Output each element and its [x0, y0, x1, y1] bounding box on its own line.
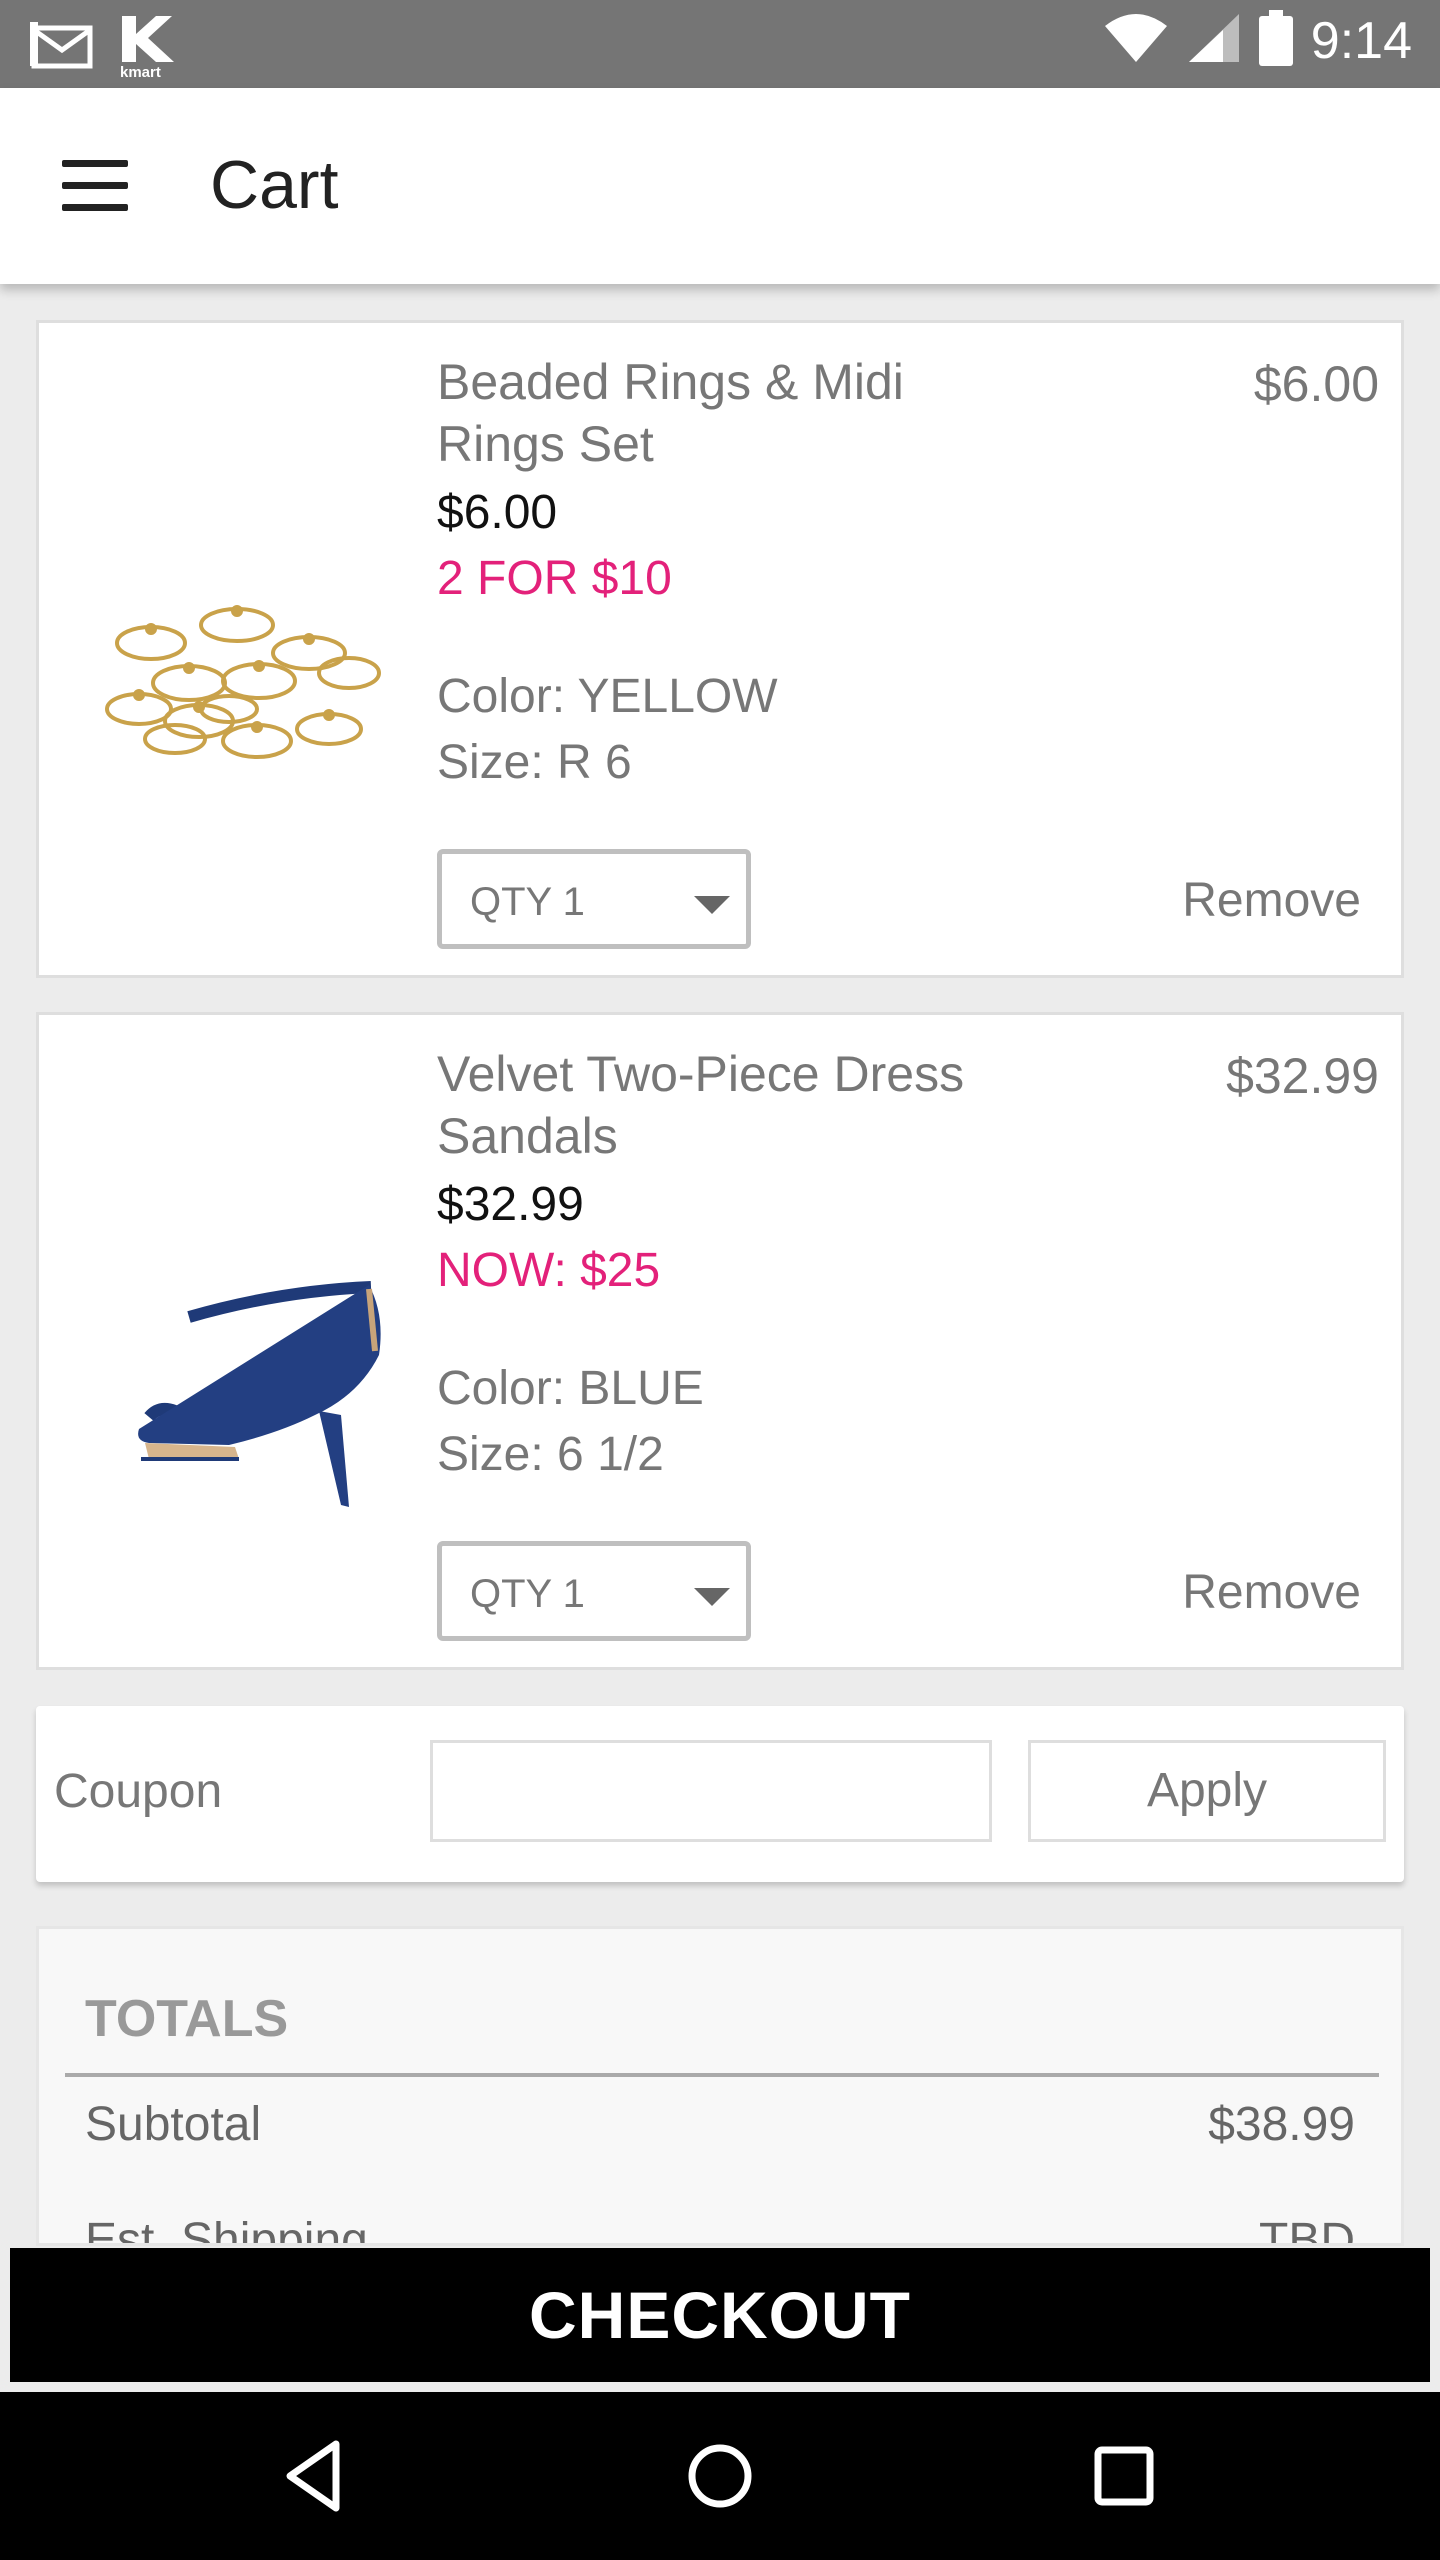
- rings-set-image: [79, 363, 399, 923]
- product-name[interactable]: Velvet Two-Piece Dress Sandals: [437, 1043, 1037, 1167]
- home-icon[interactable]: [680, 2436, 760, 2516]
- hamburger-menu-icon[interactable]: [62, 160, 128, 212]
- product-size: Size: 6 1/2: [437, 1428, 664, 1481]
- cart-item: Beaded Rings & Midi Rings Set $6.00 $6.0…: [36, 320, 1404, 978]
- status-time: 9:14: [1310, 11, 1412, 70]
- battery-icon: [1258, 10, 1293, 71]
- coupon-section: Coupon Apply: [36, 1706, 1404, 1882]
- promo-text: NOW: $25: [437, 1244, 661, 1297]
- apply-button[interactable]: Apply: [1028, 1740, 1386, 1842]
- subtotal-label: Subtotal: [85, 2098, 262, 2151]
- line-total: $32.99: [1226, 1048, 1379, 1104]
- page-title: Cart: [210, 147, 339, 223]
- wifi-icon: [1103, 12, 1169, 69]
- divider: [65, 2073, 1379, 2077]
- remove-button[interactable]: Remove: [1182, 873, 1361, 928]
- recents-icon[interactable]: [1084, 2436, 1164, 2516]
- gmail-icon: [30, 18, 94, 75]
- totals-section: TOTALS Subtotal $38.99 Est. Shipping TBD: [36, 1926, 1404, 2246]
- back-icon[interactable]: [276, 2436, 356, 2516]
- remove-button[interactable]: Remove: [1182, 1565, 1361, 1620]
- chevron-down-icon: [694, 1588, 730, 1606]
- product-color: Color: YELLOW: [437, 670, 778, 723]
- cart-item: Velvet Two-Piece Dress Sandals $32.99 $3…: [36, 1012, 1404, 1670]
- coupon-input[interactable]: [430, 1740, 992, 1842]
- product-size: Size: R 6: [437, 736, 632, 789]
- product-color: Color: BLUE: [437, 1362, 704, 1415]
- product-price: $6.00: [437, 486, 558, 539]
- quantity-dropdown[interactable]: QTY 1: [437, 1541, 751, 1641]
- signal-icon: [1187, 12, 1241, 69]
- line-total: $6.00: [1253, 356, 1379, 412]
- product-price: $32.99: [437, 1178, 584, 1231]
- quantity-value: QTY 1: [470, 1572, 585, 1616]
- subtotal-value: $38.99: [1208, 2098, 1355, 2151]
- coupon-label: Coupon: [54, 1765, 223, 1818]
- checkout-button[interactable]: CHECKOUT: [10, 2248, 1430, 2382]
- totals-title: TOTALS: [85, 1990, 289, 2048]
- chevron-down-icon: [694, 896, 730, 914]
- app-bar: Cart: [0, 88, 1440, 284]
- quantity-value: QTY 1: [470, 880, 585, 924]
- quantity-dropdown[interactable]: QTY 1: [437, 849, 751, 949]
- shipping-label: Est. Shipping: [85, 2214, 368, 2246]
- kmart-icon: kmart: [116, 14, 176, 81]
- kmart-label: kmart: [120, 64, 161, 81]
- promo-text: 2 FOR $10: [437, 552, 672, 605]
- blue-sandal-image: [79, 1055, 399, 1615]
- product-name[interactable]: Beaded Rings & Midi Rings Set: [437, 351, 1037, 475]
- navigation-bar: [0, 2392, 1440, 2560]
- shipping-value: TBD: [1259, 2214, 1355, 2246]
- status-bar: kmart 9:14: [0, 0, 1440, 88]
